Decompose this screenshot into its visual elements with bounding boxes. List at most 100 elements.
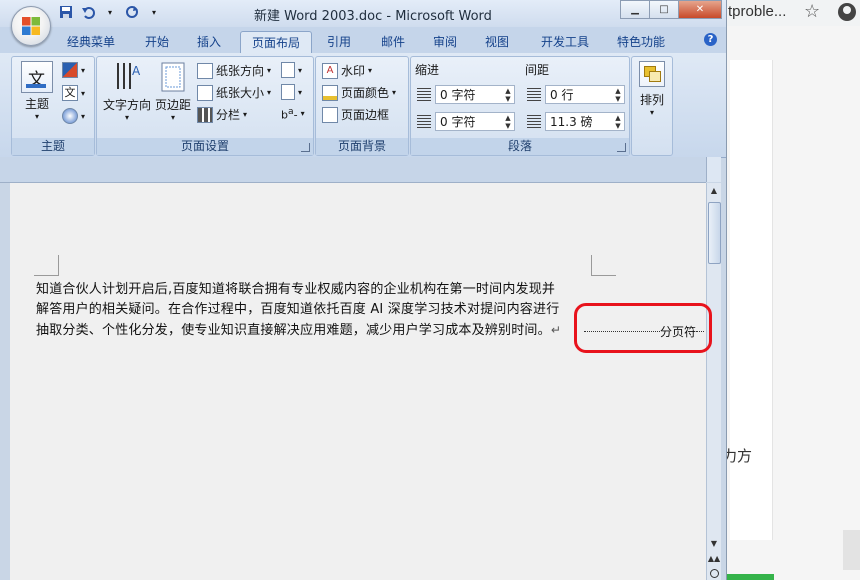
indent-left-input[interactable]: 0 字符 ▲ ▼ [435, 85, 515, 104]
arrange-group: 排列 ▾ [631, 56, 673, 156]
spacing-before-input[interactable]: 0 行 ▲ ▼ [545, 85, 625, 104]
dropdown-arrow-icon: ▾ [267, 88, 272, 97]
dropdown-arrow-icon: ▾ [81, 65, 86, 75]
tab-references[interactable]: 引用 [318, 31, 360, 53]
tab-insert[interactable]: 插入 [188, 31, 230, 53]
dropdown-arrow-icon: ▾ [368, 66, 373, 75]
dropdown-icon[interactable]: ▾ [102, 4, 118, 20]
view-ruler-button[interactable] [706, 157, 721, 182]
hyphenation-button[interactable]: ba- ▾ [281, 106, 305, 122]
spacing-before-value: 0 行 [550, 88, 574, 102]
watermark-button[interactable]: A 水印 ▾ [322, 62, 372, 79]
highlight-annotation [574, 303, 712, 353]
theme-colors-button[interactable]: ▾ [62, 62, 85, 78]
maximize-button[interactable]: □ [649, 0, 679, 19]
svg-text:A: A [132, 64, 141, 78]
document-area[interactable]: 知道合伙人计划开启后,百度知道将联合拥有专业权威内容的企业机构在第一时间内发现并… [10, 183, 706, 580]
document-line: 抽取分类、个性化分发，使专业知识直接解决应用难题，减少用户学习成本及辨别时间。↵ [36, 320, 596, 341]
browser-side-button[interactable] [843, 530, 860, 570]
scroll-thumb[interactable] [708, 202, 721, 264]
help-icon[interactable]: ? [704, 33, 717, 46]
window-controls: ▁ □ ✕ [620, 0, 722, 19]
text-direction-icon: A [117, 63, 141, 89]
size-icon [197, 84, 213, 101]
office-button[interactable] [11, 6, 51, 46]
page-color-button[interactable]: 页面颜色 ▾ [322, 84, 396, 101]
document-line: 知道合伙人计划开启后,百度知道将联合拥有专业权威内容的企业机构在第一时间内发现并 [36, 282, 556, 297]
minimize-button[interactable]: ▁ [620, 0, 650, 19]
close-button[interactable]: ✕ [678, 0, 722, 19]
undo-icon[interactable] [80, 4, 96, 20]
save-icon[interactable] [58, 4, 74, 20]
orientation-button[interactable]: 纸张方向 ▾ [197, 62, 271, 79]
spacing-label: 间距 [525, 63, 550, 77]
ribbon-tabs: 经典菜单 开始 插入 页面布局 引用 邮件 审阅 视图 开发工具 特色功能 ? [0, 27, 726, 54]
paragraph-label: 段落 [411, 138, 629, 155]
theme-effects-icon [62, 108, 78, 124]
spacing-before-icon [527, 88, 541, 102]
tab-home[interactable]: 开始 [136, 31, 178, 53]
margins-button[interactable]: 页边距 ▾ [153, 61, 193, 122]
columns-button[interactable]: 分栏 ▾ [197, 106, 247, 123]
document-paragraph[interactable]: 知道合伙人计划开启后,百度知道将联合拥有专业权威内容的企业机构在第一时间内发现并… [36, 280, 596, 341]
redo-icon[interactable] [124, 4, 140, 20]
theme-colors-icon [62, 62, 78, 78]
indent-label: 缩进 [415, 63, 440, 77]
scroll-up-icon[interactable]: ▲ [707, 183, 721, 199]
previous-page-icon[interactable]: ▲▲ [707, 554, 721, 566]
document-line: 解答用户的相关疑问。在合作过程中，百度知道依托百度 AI 深度学习技术对提问内容… [36, 302, 560, 317]
watermark-icon: A [322, 62, 338, 79]
browser-url-text[interactable]: tproble... [728, 3, 786, 20]
select-browse-object-icon[interactable] [710, 569, 719, 578]
indent-left-icon [417, 88, 431, 102]
tab-special-features[interactable]: 特色功能 [608, 31, 674, 53]
dropdown-arrow-icon: ▾ [300, 109, 305, 119]
arrange-icon [639, 61, 665, 87]
paragraph-launcher-icon[interactable] [617, 143, 626, 152]
theme-dropdown-icon: ▾ [34, 112, 39, 121]
line-numbers-icon [281, 84, 295, 100]
indent-right-input[interactable]: 0 字符 ▲ ▼ [435, 112, 515, 131]
theme-fonts-icon: 文 [62, 85, 78, 101]
columns-label: 分栏 [216, 108, 241, 122]
page-setup-launcher-icon[interactable] [301, 143, 310, 152]
vertical-scrollbar[interactable]: ▲ ▼ ▲▲ [706, 183, 721, 580]
dropdown-arrow-icon: ▾ [124, 113, 129, 122]
theme-group-label: 主题 [12, 138, 94, 155]
tab-review[interactable]: 审阅 [424, 31, 466, 53]
theme-effects-button[interactable]: ▾ [62, 108, 85, 124]
tab-mailings[interactable]: 邮件 [372, 31, 414, 53]
browser-green-button[interactable] [726, 574, 774, 580]
line-numbers-button[interactable]: ▾ [281, 84, 302, 100]
tab-view[interactable]: 视图 [476, 31, 518, 53]
dropdown-arrow-icon: ▾ [81, 111, 86, 121]
account-icon[interactable] [838, 3, 856, 21]
ruler [0, 157, 706, 183]
margin-corner-top-right [591, 255, 616, 276]
theme-fonts-button[interactable]: 文 ▾ [62, 85, 85, 101]
dropdown-arrow-icon: ▾ [81, 88, 86, 98]
indent-right-spinner[interactable]: ▲ ▼ [503, 114, 513, 130]
indent-left-spinner[interactable]: ▲ ▼ [503, 87, 513, 103]
tab-classic-menu[interactable]: 经典菜单 [58, 31, 124, 53]
spacing-before-spinner[interactable]: ▲ ▼ [613, 87, 623, 103]
margins-icon [161, 62, 185, 92]
size-button[interactable]: 纸张大小 ▾ [197, 84, 271, 101]
customize-toolbar-icon[interactable]: ▾ [146, 4, 162, 20]
star-icon[interactable]: ☆ [804, 1, 820, 22]
page-setup-label: 页面设置 [97, 138, 313, 155]
page-border-button[interactable]: 页面边框 [322, 106, 389, 123]
office-logo-icon [22, 17, 40, 35]
arrange-button[interactable]: 排列 ▾ [634, 61, 670, 117]
tab-developer[interactable]: 开发工具 [532, 31, 598, 53]
paragraph-mark-icon: ↵ [550, 323, 562, 337]
tab-page-layout[interactable]: 页面布局 [240, 31, 312, 54]
spacing-after-input[interactable]: 11.3 磅 ▲ ▼ [545, 112, 625, 131]
spacing-after-spinner[interactable]: ▲ ▼ [613, 114, 623, 130]
spacing-after-icon [527, 115, 541, 129]
theme-button[interactable]: 文 主题 ▾ [16, 61, 58, 121]
text-direction-button[interactable]: A 文字方向 ▾ [100, 61, 154, 122]
scroll-down-icon[interactable]: ▼ [707, 537, 721, 551]
text-direction-label: 文字方向 [102, 98, 151, 112]
breaks-button[interactable]: ▾ [281, 62, 302, 78]
